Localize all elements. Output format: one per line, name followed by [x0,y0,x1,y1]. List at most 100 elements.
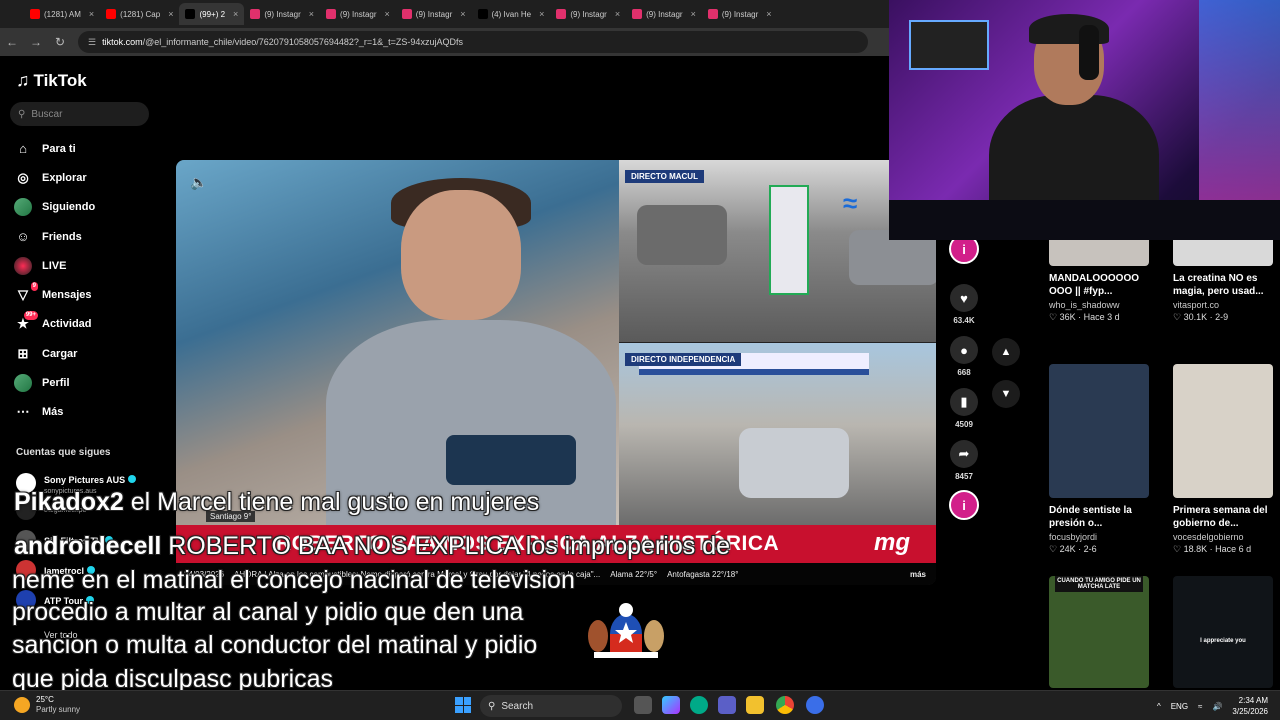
sidebar-item-label: Perfil [42,377,70,390]
chevron-up-icon[interactable]: ^ [1157,702,1161,711]
tab-title: (9) Instagr [570,9,607,19]
recommended-video[interactable]: CUANDO TU AMIGO PIDE UN MATCHA LATE [1049,576,1153,688]
browser-tab[interactable]: (9) Instagr × [244,3,320,25]
sidebar-item-label: Friends [42,230,82,243]
chat-username: androidecell [14,532,162,560]
chat-username: Pikadox2 [14,488,124,516]
close-tab-icon[interactable]: × [233,9,238,19]
file-explorer-icon[interactable] [746,696,764,714]
weather-widget[interactable]: 25°C Partly sunny [14,695,80,715]
video-player[interactable]: 🔈 ≈ DIRECTO MACUL DIRECTO INDEPENDENCIA … [176,160,936,585]
language-indicator[interactable]: ENG [1171,702,1188,711]
copilot-icon[interactable] [662,696,680,714]
comment-button[interactable]: ● 668 [946,336,982,377]
tab-favicon-icon [30,9,40,19]
friends-icon: ☺ [16,229,30,245]
heart-outline-icon: ♡ [1173,544,1184,554]
video-thumbnail[interactable]: CUANDO TU AMIGO PIDE UN MATCHA LATE [1049,576,1149,688]
browser-tab[interactable]: (9) Instagr × [702,3,778,25]
browser-tab[interactable]: (1281) Cap × [100,3,179,25]
close-tab-icon[interactable]: × [539,9,544,19]
edge-icon[interactable] [690,696,708,714]
close-tab-icon[interactable]: × [460,9,465,19]
sidebar-item-m-s[interactable]: ⋯ Más [14,398,95,427]
volume-icon[interactable]: 🔈 [190,174,207,191]
video-stats-text: 24K · 2-6 [1059,544,1097,554]
video-stats-text: 36K · Hace 3 d [1059,312,1120,322]
search-input[interactable]: ⚲ Buscar [10,102,149,126]
sidebar-item-explorar[interactable]: ◎ Explorar [14,163,95,192]
avatar-icon [14,198,32,217]
taskbar-search[interactable]: ⚲ Search [480,695,622,717]
close-tab-icon[interactable]: × [168,9,173,19]
heart-outline-icon: ♡ [1173,312,1184,322]
sidebar-item-label: Siguiendo [42,201,96,214]
like-button[interactable]: ♥ 63.4K [946,284,982,325]
browser-toolbar: ← → ↻ ☰ tiktok.com/@el_informante_chile/… [0,28,890,56]
thumbnail-caption: CUANDO TU AMIGO PIDE UN MATCHA LATE [1055,576,1143,592]
sound-disc[interactable]: i [946,490,982,520]
chat-text: que pida disculpasc pubricas [12,665,334,693]
recommended-video[interactable]: Dónde sentiste la presión o... focusbyjor… [1049,364,1153,555]
clock[interactable]: 2:34 AM 3/25/2026 [1232,695,1268,717]
recommended-video[interactable]: I appreciate you [1173,576,1277,688]
browser-tab[interactable]: (9) Instagr × [320,3,396,25]
browser-tab[interactable]: (4) Ivan He × [472,3,551,25]
tiktok-logo[interactable]: ♫ TikTok [16,70,87,91]
close-tab-icon[interactable]: × [309,9,314,19]
chrome-icon[interactable] [776,696,794,714]
heart-outline-icon: ♡ [1049,312,1060,322]
sidebar-item-para-ti[interactable]: ⌂ Para ti [14,134,95,163]
chat-message: androidecell ROBERTO BAA NOS EXPLICA los… [14,531,730,561]
volume-icon[interactable]: 🔊 [1212,702,1222,711]
recommended-video[interactable]: Primera semana del gobierno de... vocesde… [1173,364,1277,555]
save-button[interactable]: ▮ 4509 [946,388,982,429]
teams-icon[interactable] [718,696,736,714]
sidebar-item-actividad[interactable]: ★ 99+ Actividad [14,310,95,339]
browser-tab[interactable]: (9) Instagr × [550,3,626,25]
weather-description: Partly sunny [36,705,81,714]
coat-of-arms-icon [588,603,664,658]
previous-video-button[interactable]: ▲ [992,338,1020,366]
video-thumbnail[interactable] [1049,364,1149,498]
app-icon[interactable] [806,696,824,714]
sidebar-item-cargar[interactable]: ⊞ Cargar [14,339,95,368]
sidebar-item-mensajes[interactable]: ▽ 9 Mensajes [14,280,95,309]
tab-title: (1281) AM [44,9,81,19]
wifi-icon[interactable]: ≈ [1198,702,1202,711]
close-tab-icon[interactable]: × [766,9,771,19]
url-host: tiktok.com [102,37,143,47]
address-bar[interactable]: ☰ tiktok.com/@el_informante_chile/video/… [78,31,868,53]
sidebar-item-siguiendo[interactable]: Siguiendo [14,193,95,222]
browser-tab[interactable]: (1281) AM × [24,3,100,25]
reload-icon[interactable]: ↻ [48,35,72,49]
browser-tab[interactable]: (9) Instagr × [626,3,702,25]
task-view-icon[interactable] [634,696,652,714]
following-heading: Cuentas que sigues [16,447,111,458]
browser-tab[interactable]: (9) Instagr × [396,3,472,25]
back-icon[interactable]: ← [0,35,24,49]
sidebar-item-friends[interactable]: ☺ Friends [14,222,95,251]
next-video-button[interactable]: ▼ [992,380,1020,408]
sidebar-item-perfil[interactable]: Perfil [14,368,95,397]
share-button[interactable]: ➦ 8457 [946,440,982,481]
forward-icon[interactable]: → [24,35,48,49]
clock-date: 3/25/2026 [1232,707,1268,716]
close-tab-icon[interactable]: × [691,9,696,19]
sidebar-item-label: Para ti [42,142,76,155]
more-link[interactable]: más [910,570,926,579]
start-button-icon[interactable] [455,697,471,713]
video-thumbnail[interactable]: I appreciate you [1173,576,1273,688]
site-info-icon[interactable]: ☰ [88,37,96,48]
close-tab-icon[interactable]: × [615,9,620,19]
close-tab-icon[interactable]: × [385,9,390,19]
close-tab-icon[interactable]: × [89,9,94,19]
video-stats-text: 18.8K · Hace 6 d [1183,544,1252,554]
video-stats: ♡ 36K · Hace 3 d [1049,312,1153,323]
comment-count: 668 [957,368,971,377]
sidebar-item-label: Más [42,406,64,419]
video-thumbnail[interactable] [1173,364,1273,498]
sidebar-item-live[interactable]: LIVE [14,251,95,280]
windows-taskbar: 25°C Partly sunny ⚲ Search ^ ENG ≈ 🔊 2:3… [0,690,1280,720]
browser-tab[interactable]: (99+) 2 × [179,3,245,25]
